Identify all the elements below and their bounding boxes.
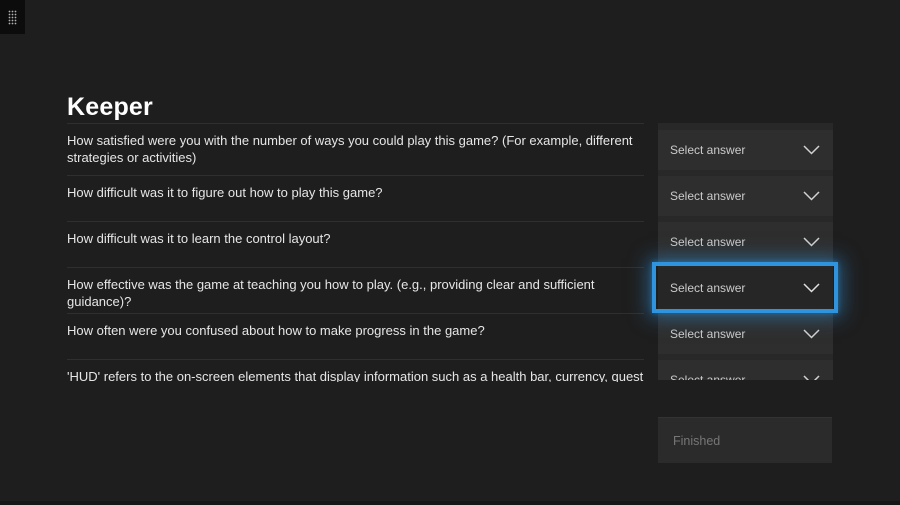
answer-dropdown-0[interactable]: Select answer [658,130,833,170]
dropdown-label: Select answer [670,281,745,295]
question-row-4: How often were you confused about how to… [67,313,644,359]
question-text: How satisfied were you with the number o… [67,132,644,166]
question-row-3: How effective was the game at teaching y… [67,267,644,313]
chevron-down-icon [803,329,820,339]
chevron-down-icon [803,145,820,155]
question-list: How satisfied were you with the number o… [67,123,644,382]
question-text: How often were you confused about how to… [67,322,644,339]
dropdown-label: Select answer [670,235,745,249]
question-text: How difficult was it to figure out how t… [67,184,644,201]
answer-dropdown-3[interactable]: Select answer [658,268,833,308]
dropdown-label: Select answer [670,327,745,341]
answer-panel: Select answer Select answer Select answe… [658,123,833,380]
bottom-edge [0,501,900,505]
question-row-0: How satisfied were you with the number o… [67,123,644,175]
question-row-1: How difficult was it to figure out how t… [67,175,644,221]
page-title: Keeper [67,93,153,122]
question-text: How effective was the game at teaching y… [67,276,644,310]
answer-dropdown-4[interactable]: Select answer [658,314,833,354]
answer-dropdown-1[interactable]: Select answer [658,176,833,216]
chevron-down-icon [803,283,820,293]
chevron-down-icon [803,191,820,201]
chevron-down-icon [803,375,820,380]
grip-square [0,0,25,34]
answer-dropdown-2[interactable]: Select answer [658,222,833,262]
grip-dots-icon [8,10,17,25]
finished-button[interactable]: Finished [658,417,832,463]
chevron-down-icon [803,237,820,247]
survey-screen: Keeper How satisfied were you with the n… [0,0,900,505]
question-row-2: How difficult was it to learn the contro… [67,221,644,267]
dropdown-label: Select answer [670,373,745,380]
dropdown-label: Select answer [670,143,745,157]
question-text: 'HUD' refers to the on-screen elements t… [67,368,644,382]
dropdown-label: Select answer [670,189,745,203]
question-text: How difficult was it to learn the contro… [67,230,644,247]
question-row-5: 'HUD' refers to the on-screen elements t… [67,359,644,382]
answer-dropdown-5[interactable]: Select answer [658,360,833,380]
